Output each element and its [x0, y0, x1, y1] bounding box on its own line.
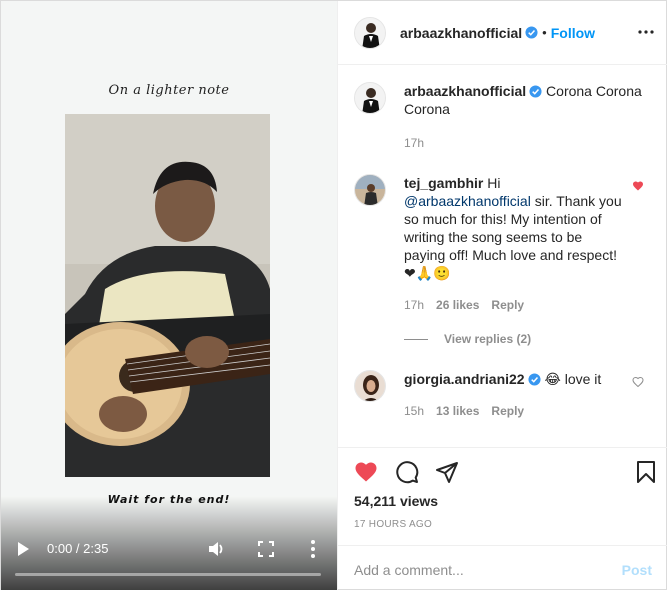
save-bookmark-icon[interactable] [634, 460, 658, 484]
comment-time[interactable]: 15h [404, 402, 424, 420]
like-heart-icon[interactable] [354, 460, 378, 484]
instagram-post-modal: On a lighter note 0:00 / 2:35 arbaazkhan… [0, 0, 667, 590]
post-comment-button[interactable]: Post [622, 562, 652, 578]
comments-list[interactable]: arbaazkhanofficial Corona Corona Corona … [338, 66, 667, 446]
post-sidebar: arbaazkhanofficial • Follow arbaazkhanof… [337, 1, 667, 590]
add-comment-bar: Post [338, 545, 667, 590]
view-count[interactable]: 54,211 views [354, 493, 438, 509]
comment-likes[interactable]: 13 likes [436, 402, 479, 420]
follow-button[interactable]: Follow [551, 25, 595, 41]
verified-badge-icon [528, 373, 541, 386]
comment-text: love it [564, 371, 602, 387]
comment-mention[interactable]: @arbaazkhanofficial [404, 193, 531, 209]
video-frame-image [65, 114, 270, 477]
share-send-icon[interactable] [435, 460, 459, 484]
comment-emoji: 😂 [544, 371, 561, 387]
more-options-icon[interactable] [637, 23, 655, 41]
post-header: arbaazkhanofficial • Follow [338, 1, 667, 65]
author-avatar[interactable] [354, 82, 386, 114]
video-frame[interactable] [65, 114, 270, 477]
commenter-avatar[interactable] [354, 174, 386, 206]
video-progress-bar[interactable] [15, 573, 321, 576]
author-username[interactable]: arbaazkhanofficial [400, 25, 522, 41]
header-separator: • [542, 25, 547, 40]
post-caption: arbaazkhanofficial Corona Corona Corona … [354, 82, 652, 152]
comment-text-prefix: Hi [487, 175, 501, 191]
comment-item: giorgia.andriani22 😂 love it 15h 13 like… [354, 370, 652, 420]
commenter-avatar[interactable] [354, 370, 386, 402]
caption-time[interactable]: 17h [404, 134, 424, 152]
commenter-username[interactable]: giorgia.andriani22 [404, 371, 525, 387]
reply-button[interactable]: Reply [491, 402, 524, 420]
video-more-icon[interactable] [305, 539, 321, 559]
comment-emojis: ❤🙏🙂 [404, 265, 451, 281]
verified-badge-icon [525, 26, 538, 39]
volume-icon[interactable] [207, 540, 225, 558]
fullscreen-icon[interactable] [258, 541, 274, 557]
caption-username[interactable]: arbaazkhanofficial [404, 83, 526, 99]
comment-input[interactable] [354, 561, 622, 578]
comment-bubble-icon[interactable] [395, 460, 419, 484]
comment-like-heart-outline-icon[interactable] [632, 376, 644, 388]
reply-button[interactable]: Reply [491, 296, 524, 314]
commenter-username[interactable]: tej_gambhir [404, 175, 483, 191]
video-caption-top: On a lighter note [108, 83, 230, 98]
post-actions: 54,211 views 17 HOURS AGO Post [338, 447, 667, 590]
comment-item: tej_gambhir Hi @arbaazkhanofficial sir. … [354, 174, 652, 314]
video-player[interactable]: On a lighter note 0:00 / 2:35 [1, 1, 337, 590]
play-icon[interactable] [15, 541, 31, 557]
view-replies-line [404, 338, 428, 340]
comment-like-heart-icon[interactable] [632, 180, 644, 192]
video-time: 0:00 / 2:35 [47, 541, 109, 556]
post-timestamp[interactable]: 17 HOURS AGO [354, 519, 432, 530]
verified-badge-icon [529, 85, 542, 98]
view-replies-button[interactable]: View replies (2) [404, 332, 652, 346]
view-replies-label: View replies (2) [444, 332, 532, 346]
comment-likes[interactable]: 26 likes [436, 296, 479, 314]
comment-time[interactable]: 17h [404, 296, 424, 314]
author-avatar[interactable] [354, 16, 386, 49]
